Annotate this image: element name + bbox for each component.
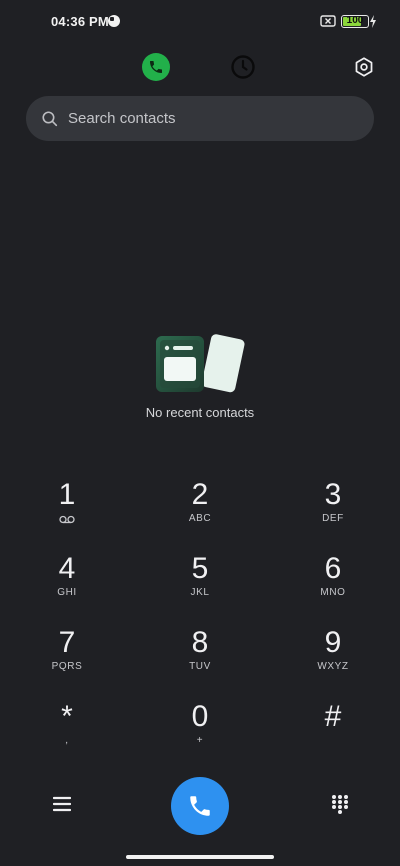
key-0[interactable]: 0 + [155, 700, 245, 762]
key-star[interactable]: * , [22, 700, 112, 762]
no-sim-icon [320, 15, 336, 27]
settings-button[interactable] [351, 53, 377, 81]
key-letters: DEF [322, 513, 344, 524]
search-icon [42, 110, 58, 126]
dialpad-toggle-button[interactable] [328, 792, 352, 816]
key-digit: 7 [58, 626, 76, 659]
key-digit: 8 [191, 626, 209, 659]
empty-state-message: No recent contacts [145, 405, 255, 420]
key-letters: TUV [189, 661, 211, 672]
phone-icon [190, 796, 210, 816]
search-bar[interactable] [26, 96, 374, 141]
key-2[interactable]: 2 ABC [155, 478, 245, 540]
status-bar: 04:36 PM 100 [0, 0, 400, 46]
battery-level: 100 [346, 15, 364, 26]
key-letters: WXYZ [317, 661, 349, 672]
key-letters: PQRS [51, 661, 83, 672]
voicemail-icon [59, 513, 75, 525]
top-tabs [0, 52, 400, 84]
tab-recents[interactable] [229, 53, 257, 81]
settings-hexagon-icon [355, 57, 373, 77]
data-saver-icon [108, 15, 120, 27]
menu-button[interactable] [50, 792, 74, 816]
key-digit: 2 [191, 478, 209, 511]
key-digit: 1 [58, 478, 76, 511]
key-digit: 3 [324, 478, 342, 511]
history-icon [231, 55, 255, 79]
key-letters: MNO [320, 587, 346, 598]
key-digit: 6 [324, 552, 342, 585]
key-5[interactable]: 5 JKL [155, 552, 245, 614]
key-digit: 4 [58, 552, 76, 585]
phone-icon [150, 61, 162, 73]
bottom-bar [0, 775, 400, 837]
tab-phone[interactable] [142, 53, 170, 81]
home-indicator[interactable] [126, 855, 274, 859]
key-digit: 5 [191, 552, 209, 585]
key-hash[interactable]: # [288, 700, 378, 762]
key-letters: JKL [190, 587, 210, 598]
key-letters: + [196, 735, 204, 746]
key-7[interactable]: 7 PQRS [22, 626, 112, 688]
key-letters: GHI [57, 587, 77, 598]
menu-icon [53, 796, 71, 812]
key-9[interactable]: 9 WXYZ [288, 626, 378, 688]
charging-icon [370, 15, 376, 28]
dialpad-icon [332, 795, 348, 814]
key-letters: ABC [188, 513, 212, 524]
key-6[interactable]: 6 MNO [288, 552, 378, 614]
key-digit: # [324, 700, 342, 733]
battery-icon: 100 [341, 15, 369, 28]
key-letters: , [65, 735, 69, 746]
key-digit: * [61, 700, 73, 733]
key-3[interactable]: 3 DEF [288, 478, 378, 540]
key-digit: 9 [324, 626, 342, 659]
key-digit: 0 [191, 700, 209, 733]
key-8[interactable]: 8 TUV [155, 626, 245, 688]
key-4[interactable]: 4 GHI [22, 552, 112, 614]
key-1[interactable]: 1 [22, 478, 112, 540]
call-button[interactable] [171, 777, 229, 835]
status-time: 04:36 PM [51, 14, 109, 29]
empty-contacts-illustration [156, 334, 245, 393]
search-input[interactable] [68, 110, 374, 127]
